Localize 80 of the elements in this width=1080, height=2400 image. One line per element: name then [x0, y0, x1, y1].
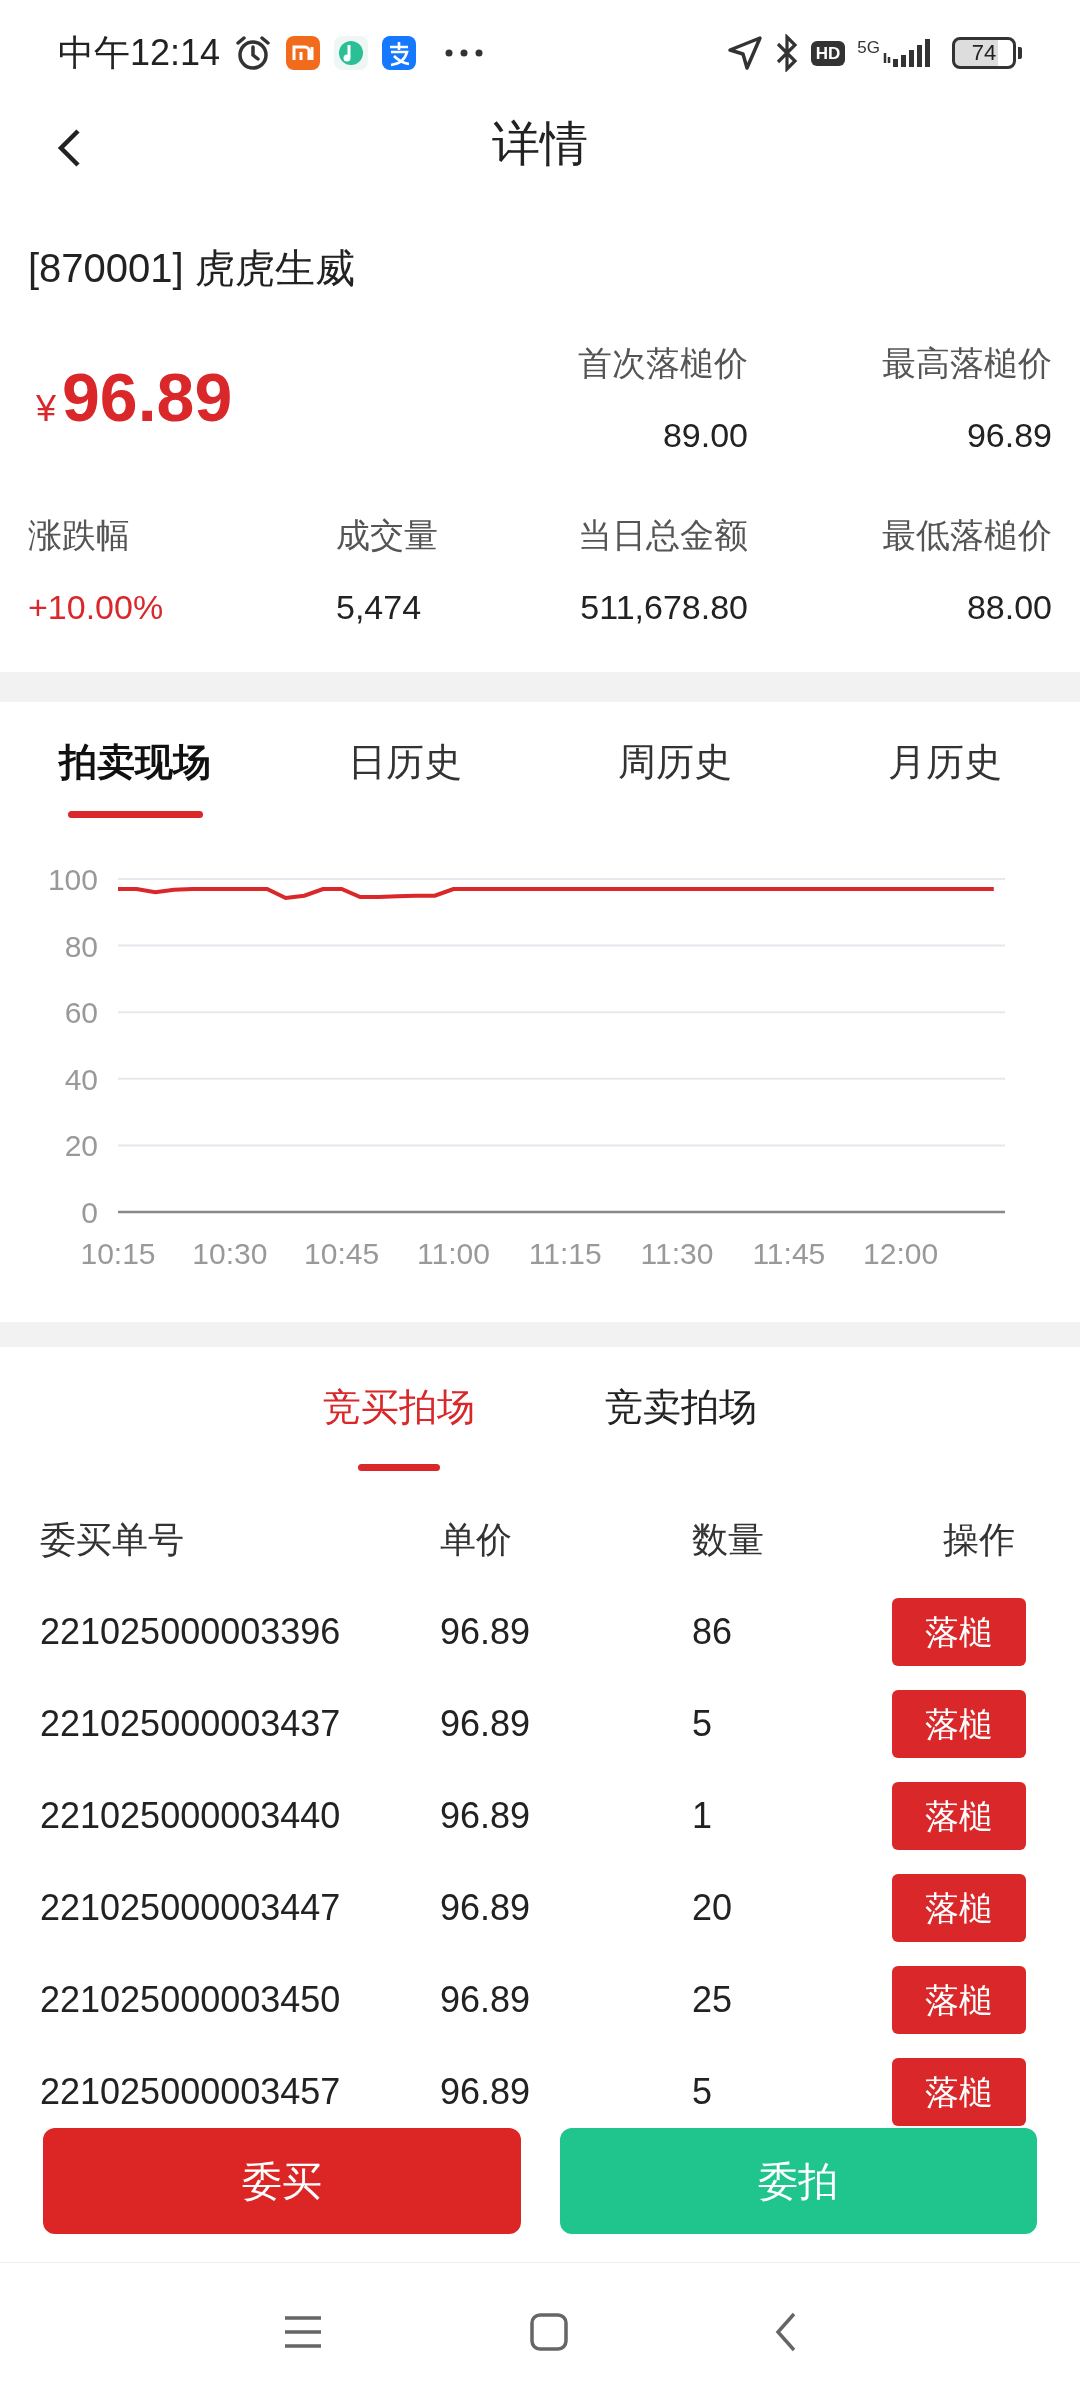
stat-value: 88.00 [966, 587, 1052, 628]
home-icon[interactable] [530, 2312, 568, 2351]
y-axis-label: 40 [64, 1062, 98, 1096]
current-price: 96.89 [62, 362, 233, 431]
unit-price: 96.89 [440, 1610, 531, 1654]
stat-label: 首次落槌价 [578, 343, 748, 384]
order-number: 221025000003447 [40, 1886, 341, 1930]
stat-value: 511,678.80 [580, 587, 748, 628]
quantity: 86 [692, 1610, 733, 1654]
bluetooth-icon [774, 34, 799, 72]
hammer-button[interactable]: 落槌 [892, 1598, 1026, 1666]
stat-value: 89.00 [662, 415, 748, 456]
x-axis-label: 11:30 [640, 1237, 714, 1270]
unit-price: 96.89 [440, 2070, 531, 2114]
product-name: [870001] 虎虎生威 [28, 245, 356, 292]
quantity: 20 [692, 1886, 733, 1930]
order-number: 221025000003437 [40, 1702, 341, 1746]
chart-tab[interactable]: 日历史 [348, 737, 462, 787]
app-icon [334, 36, 369, 70]
status-time: 中午12:14 [58, 31, 221, 75]
chart-tab[interactable]: 月历史 [888, 737, 1002, 787]
stat-value: 5,474 [336, 587, 422, 628]
order-number: 221025000003450 [40, 1978, 341, 2022]
hammer-button[interactable]: 落槌 [892, 1966, 1026, 2034]
market-tab[interactable]: 竞买拍场 [323, 1382, 475, 1432]
chart-tab[interactable]: 周历史 [618, 737, 732, 787]
x-axis-label: 10:15 [80, 1237, 156, 1270]
y-axis-label: 20 [64, 1129, 98, 1163]
chart-tab[interactable]: 拍卖现场 [59, 737, 211, 787]
location-icon [726, 35, 763, 71]
column-header: 操作 [943, 1518, 1015, 1562]
network-label: 5G [857, 39, 880, 56]
action-button[interactable]: 委买 [43, 2128, 521, 2234]
hammer-button[interactable]: 落槌 [892, 1874, 1026, 1942]
back-icon[interactable] [56, 128, 82, 168]
stat-label: 最高落槌价 [882, 343, 1052, 384]
x-axis-label: 11:45 [752, 1237, 826, 1270]
currency-symbol: ¥ [36, 386, 57, 431]
stat-value: +10.00% [28, 587, 164, 628]
stat-label: 当日总金额 [578, 515, 748, 556]
column-header: 委买单号 [40, 1518, 184, 1562]
hammer-button[interactable]: 落槌 [892, 1782, 1026, 1850]
unit-price: 96.89 [440, 1978, 531, 2022]
y-axis-label: 60 [64, 996, 98, 1030]
hd-badge: HD [810, 40, 846, 66]
column-header: 数量 [692, 1518, 764, 1562]
alarm-clock-icon [234, 34, 273, 72]
y-axis-label: 80 [64, 929, 98, 963]
unit-price: 96.89 [440, 1886, 531, 1930]
y-axis-label: 0 [81, 1196, 98, 1229]
hammer-button[interactable]: 落槌 [892, 2058, 1026, 2126]
more-icon [444, 48, 485, 58]
unit-price: 96.89 [440, 1702, 531, 1746]
order-number: 221025000003457 [40, 2070, 341, 2114]
quantity: 25 [692, 1978, 733, 2022]
unit-price: 96.89 [440, 1794, 531, 1838]
x-axis-label: 12:00 [863, 1237, 939, 1270]
quantity: 1 [692, 1794, 713, 1838]
battery-icon: 74 [952, 37, 1016, 69]
stat-label: 成交量 [336, 515, 438, 556]
x-axis-label: 10:45 [304, 1237, 380, 1270]
y-axis-label: 100 [47, 863, 98, 896]
order-number: 221025000003396 [40, 1610, 341, 1654]
stat-label: 最低落槌价 [882, 515, 1052, 556]
page-title: 详情 [492, 116, 588, 172]
market-tab[interactable]: 竞卖拍场 [605, 1382, 757, 1432]
hammer-button[interactable]: 落槌 [892, 1690, 1026, 1758]
quantity: 5 [692, 2070, 713, 2114]
x-axis-label: 11:00 [417, 1237, 490, 1270]
stat-value: 96.89 [966, 415, 1052, 456]
app-icon [286, 36, 321, 70]
x-axis-label: 11:15 [528, 1237, 602, 1270]
app-icon [382, 36, 417, 70]
order-number: 221025000003440 [40, 1794, 341, 1838]
quantity: 5 [692, 1702, 713, 1746]
signal-icon [882, 39, 930, 67]
stat-label: 涨跌幅 [28, 515, 130, 556]
x-axis-label: 10:30 [192, 1237, 268, 1270]
column-header: 单价 [440, 1518, 512, 1562]
menu-icon[interactable] [283, 2314, 324, 2349]
